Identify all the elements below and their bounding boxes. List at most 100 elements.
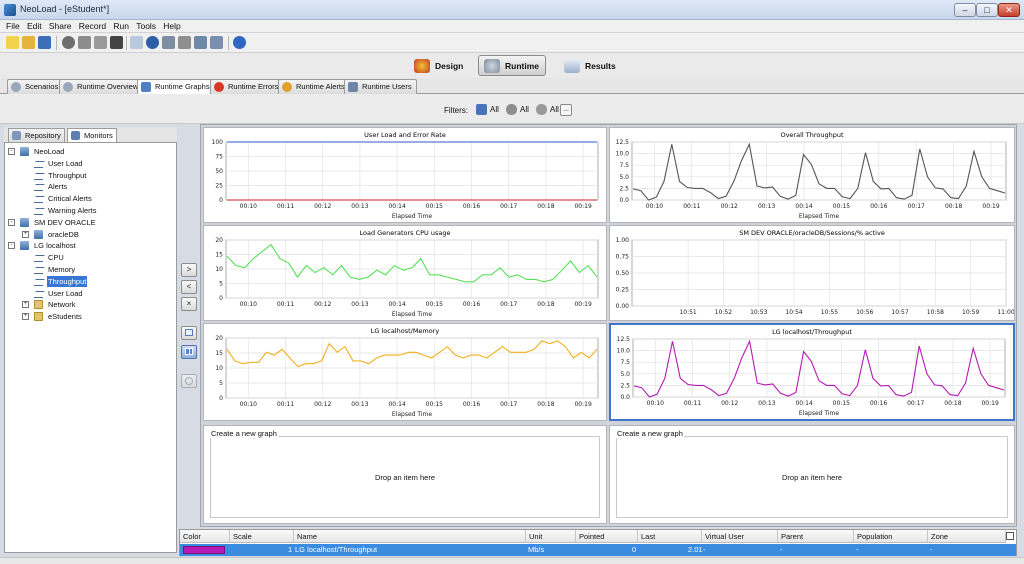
cloud-icon[interactable] (130, 36, 143, 49)
expand-icon[interactable]: + (22, 230, 29, 238)
new-graph-dropzone-left[interactable]: Drop an item here Create a new graph (203, 425, 607, 524)
new-project-icon[interactable] (6, 36, 19, 49)
more-filters-button[interactable]: ... (560, 104, 572, 116)
y-tick-label: 20 (215, 335, 223, 342)
tab-monitors[interactable]: Monitors (67, 128, 117, 142)
col-parent[interactable]: Parent (778, 530, 854, 543)
population-filter[interactable]: All (476, 103, 499, 117)
tree-item-label: User Load (48, 158, 83, 168)
mode-design-button[interactable]: Design (408, 55, 470, 76)
x-tick-label: 00:18 (537, 203, 554, 210)
graph-lg-memory[interactable]: LG localhost/Memory 20 15 10 5 0 00:10 00:11 00:… (203, 323, 607, 421)
tree-item-label: Network (48, 300, 76, 310)
menu-run[interactable]: Run (111, 20, 131, 32)
tab-runtime-users[interactable]: Runtime Users (344, 79, 417, 94)
zone-filter-value: All (550, 105, 559, 114)
tab-repository[interactable]: Repository (8, 128, 65, 142)
collapse-icon[interactable]: - (8, 218, 15, 226)
y-tick-label: 50 (215, 168, 223, 175)
delete-curve-button[interactable]: × (181, 297, 197, 311)
open-project-icon[interactable] (22, 36, 35, 49)
dropzone-text: Drop an item here (781, 473, 843, 482)
plot-area (631, 141, 1007, 201)
report-icon[interactable] (210, 36, 223, 49)
monitor-group-icon (20, 217, 29, 227)
menu-share[interactable]: Share (47, 20, 74, 32)
menu-help[interactable]: Help (161, 20, 182, 32)
col-unit[interactable]: Unit (526, 530, 576, 543)
expand-icon[interactable]: + (22, 313, 29, 321)
col-virtual-user[interactable]: Virtual User (702, 530, 778, 543)
graph-oracle-sessions-active[interactable]: SM DEV ORACLE/oracleDB/Sessions/% active… (609, 225, 1015, 321)
new-graph-dropzone-right[interactable]: Drop an item here Create a new graph (609, 425, 1015, 524)
collapse-icon[interactable]: - (8, 242, 15, 250)
col-zone[interactable]: Zone (928, 530, 1006, 543)
tab-runtime-errors[interactable]: Runtime Errors (210, 79, 284, 94)
col-pointed[interactable]: Pointed (576, 530, 638, 543)
tab-runtime-alerts-label: Runtime Alerts (296, 82, 345, 91)
zone-icon (536, 104, 547, 115)
neotys-icon[interactable] (146, 36, 159, 49)
table-options-icon[interactable] (1006, 532, 1014, 540)
record-icon[interactable] (62, 36, 75, 49)
monitor-counter-icon (34, 171, 43, 180)
documents-icon[interactable] (162, 36, 175, 49)
tab-runtime-overview[interactable]: Runtime Overview (59, 79, 144, 94)
lg-icon[interactable] (178, 36, 191, 49)
virtual-user-filter-value: All (520, 105, 529, 114)
col-last[interactable]: Last (638, 530, 702, 543)
grid-layout-button[interactable] (181, 345, 197, 359)
tab-runtime-graphs[interactable]: Runtime Graphs (137, 79, 215, 95)
run-scenario-icon[interactable] (94, 36, 107, 49)
col-population[interactable]: Population (854, 530, 928, 543)
monitor-icon[interactable] (194, 36, 207, 49)
tab-scenarios[interactable]: Scenarios (7, 79, 64, 94)
curve-color-swatch[interactable] (183, 546, 225, 554)
col-scale[interactable]: Scale (230, 530, 294, 543)
menu-record[interactable]: Record (77, 20, 108, 32)
runtime-graphs-icon (141, 82, 151, 92)
x-tick-label: 00:12 (314, 301, 331, 308)
menu-file[interactable]: File (4, 20, 22, 32)
help-icon[interactable] (233, 36, 246, 49)
collapse-icon[interactable]: - (8, 148, 15, 155)
col-color[interactable]: Color (180, 530, 230, 543)
check-icon[interactable] (78, 36, 91, 49)
chart-svg: User Load and Error Rate 100 75 50 25 0 00:10 0… (212, 131, 599, 220)
minimize-button[interactable]: – (954, 3, 976, 17)
monitor-counter-icon (34, 194, 43, 204)
x-tick-label: 00:10 (647, 400, 664, 407)
table-row[interactable]: 1 LG localhost/Throughput Mb/s 0 2.01 - … (180, 544, 1016, 556)
mode-runtime-button[interactable]: Runtime (478, 55, 546, 76)
zone-filter[interactable]: All (536, 103, 559, 117)
plot-area (632, 338, 1006, 398)
save-icon[interactable] (38, 36, 51, 49)
dropzone-frame: Drop an item here (616, 436, 1008, 518)
virtual-user-filter[interactable]: All (506, 103, 529, 117)
graph-lg-throughput[interactable]: LG localhost/Throughput 12.5 10.0 7.5 5.0 2.5… (609, 323, 1015, 421)
maximize-button[interactable]: □ (976, 3, 998, 17)
refresh-graph-button[interactable] (181, 374, 197, 388)
menu-tools[interactable]: Tools (134, 20, 158, 32)
stop-icon[interactable] (110, 36, 123, 49)
menu-edit[interactable]: Edit (25, 20, 44, 32)
remove-from-graph-button[interactable]: < (181, 280, 197, 294)
tab-runtime-alerts[interactable]: Runtime Alerts (278, 79, 350, 94)
graph-user-load-error-rate[interactable]: User Load and Error Rate 100 75 50 25 0 00:10 0… (203, 127, 607, 223)
graph-overall-throughput[interactable]: Overall Throughput 12.5 10.0 7.5 5.0 2.5 0.0 00… (609, 127, 1015, 223)
dropzone-frame: Drop an item here (210, 436, 600, 518)
y-tick-label: 5.0 (619, 174, 629, 181)
y-tick-label: 12.5 (616, 139, 630, 146)
x-tick-label: 10:59 (962, 309, 979, 316)
mode-results-button[interactable]: Results (558, 55, 623, 76)
add-to-graph-button[interactable]: > (181, 263, 197, 277)
y-tick-label: 7.5 (619, 162, 629, 169)
y-tick-label: 20 (215, 237, 223, 244)
expand-icon[interactable]: + (22, 301, 29, 309)
col-name[interactable]: Name (294, 530, 526, 543)
tree-item-label: eStudents (48, 312, 82, 322)
close-button[interactable]: ✕ (998, 3, 1020, 17)
single-layout-button[interactable] (181, 326, 197, 340)
graph-lg-cpu-usage[interactable]: Load Generators CPU usage 20 15 10 5 0 00:10 00… (203, 225, 607, 321)
x-tick-label: 10:54 (785, 309, 802, 316)
